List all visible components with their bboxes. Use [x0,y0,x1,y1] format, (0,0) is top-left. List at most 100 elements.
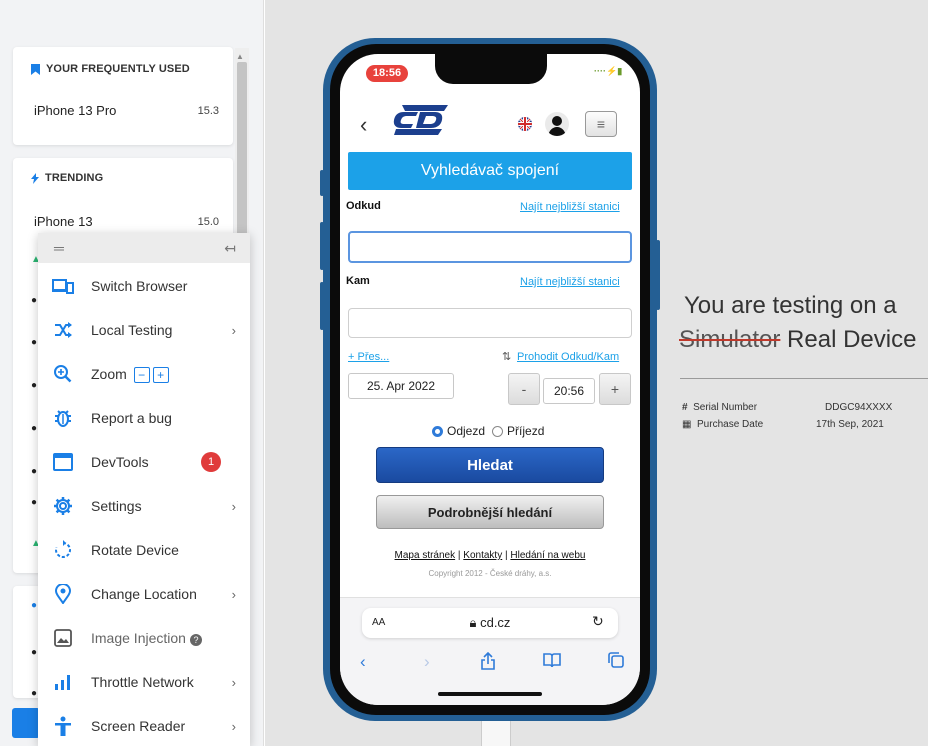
menu-throttle-network[interactable]: Throttle Network › [38,662,250,702]
to-input[interactable] [348,308,632,338]
purchase-label-text: Purchase Date [697,419,764,430]
menu-label: Screen Reader [91,718,186,734]
search-button[interactable]: Hledat [376,447,604,483]
peek-bullet: ● [31,466,38,477]
trending-title: TRENDING [45,172,104,184]
menu-screen-reader[interactable]: Screen Reader › [38,706,250,746]
cd-logo[interactable] [390,103,452,137]
drag-handle-icon[interactable]: ═ [54,240,64,256]
peek-bullet: ● [31,295,38,306]
date-input[interactable]: 25. Apr 2022 [348,373,454,399]
menu-header: ═ ↤ [38,233,250,263]
notification-badge: 1 [201,452,221,472]
purchase-date-value: 17th Sep, 2021 [816,419,884,430]
menu-label: Change Location [91,586,197,602]
menu-label: Throttle Network [91,674,194,690]
menu-label: DevTools [91,454,149,470]
time-input[interactable]: 20:56 [543,378,595,404]
peek-bullet: ● [31,380,38,391]
swap-arrows-icon: ⇅ [502,351,512,363]
menu-report-bug[interactable]: Report a bug [38,398,250,438]
chevron-right-icon: › [231,718,236,734]
swap-link[interactable]: Prohodit Odkud/Kam [517,351,619,363]
image-injection-label: Image Injection? [91,630,202,646]
simulator-struck-text: Simulator [679,326,781,353]
hamburger-menu-button[interactable]: ≡ [585,111,617,137]
info-divider [680,378,928,379]
menu-settings[interactable]: Settings › [38,486,250,526]
frequently-used-header: YOUR FREQUENTLY USED [31,63,190,75]
bookmark-icon [31,63,40,75]
battery-charging-icon: ····⚡▮ [594,66,623,76]
arrival-radio[interactable] [492,425,504,437]
chevron-right-icon: › [231,498,236,514]
chevron-right-icon: › [231,586,236,602]
peek-bullet: ● [31,600,38,611]
menu-label: Zoom [91,365,127,382]
serial-number-label: # Serial Number [682,402,757,413]
device-name: iPhone 13 [34,214,93,229]
signal-bars-icon [52,671,74,693]
departure-label: Odjezd [447,424,486,438]
hash-icon: # [682,402,688,413]
phone-screen[interactable]: 18:56 ····⚡▮ ‹ ≡ Vyhledávač spojení Odku… [340,54,640,705]
menu-switch-browser[interactable]: Switch Browser [38,266,250,306]
lock-icon: 🔒︎ [469,615,477,630]
trending-header: TRENDING [31,172,103,184]
device-type-heading: Simulator Real Device [679,326,916,354]
uk-flag-icon[interactable] [518,117,532,131]
menu-change-location[interactable]: Change Location › [38,574,250,614]
menu-rotate-device[interactable]: Rotate Device [38,530,250,570]
zoom-out-button[interactable]: − [133,366,150,383]
copyright-text: Copyright 2012 - České dráhy, a.s. [428,569,552,578]
via-link[interactable]: + Přes... [348,351,389,363]
real-device-text: Real Device [787,326,917,353]
back-chevron-icon[interactable]: ‹ [360,112,367,138]
menu-local-testing[interactable]: Local Testing › [38,310,250,350]
serial-label-text: Serial Number [693,402,758,413]
nearest-station-link-to[interactable]: Najít nejbližší stanici [520,276,620,288]
contacts-link[interactable]: Kontakty [463,550,502,561]
peek-bullet: ● [31,497,38,508]
device-version: 15.0 [197,215,219,228]
device-row-iphone-13-pro[interactable]: iPhone 13 Pro 15.3 [31,103,219,118]
reload-icon[interactable]: ↻ [592,613,604,630]
usb-cable [481,721,511,746]
phone-notch [435,54,547,84]
menu-label: Image Injection [91,630,186,646]
zoom-control: Zoom − + [91,366,169,383]
menu-devtools[interactable]: DevTools 1 [38,442,250,482]
device-version: 15.3 [197,104,219,117]
image-icon [52,627,74,649]
web-search-link[interactable]: Hledání na webu [510,550,585,561]
scroll-up-arrow[interactable]: ▲ [236,52,244,61]
tabs-icon[interactable] [608,652,624,673]
device-row-iphone-13[interactable]: iPhone 13 15.0 [31,214,219,229]
menu-label: Report a bug [91,410,172,426]
calendar-icon: ▦ [682,419,692,430]
departure-arrival-toggle: Odjezd Příjezd [432,424,544,438]
sitemap-link[interactable]: Mapa stránek [395,550,456,561]
frequently-used-card: YOUR FREQUENTLY USED iPhone 13 Pro 15.3 [13,47,233,145]
active-device-tab[interactable] [12,708,40,738]
time-increase-button[interactable]: + [599,373,631,405]
share-icon[interactable] [480,651,496,675]
zoom-in-button[interactable]: + [152,366,169,383]
departure-radio[interactable] [432,425,443,437]
forward-nav-icon[interactable]: › [424,652,430,672]
bookmarks-icon[interactable] [543,652,561,673]
peek-bullet: ● [31,337,38,348]
back-nav-icon[interactable]: ‹ [360,652,366,672]
from-input[interactable] [348,231,632,263]
bug-icon [52,407,74,429]
help-icon[interactable]: ? [189,634,202,646]
devtools-icon [52,451,74,473]
menu-image-injection[interactable]: Image Injection? [38,618,250,658]
collapse-menu-icon[interactable]: ↤ [224,240,236,257]
time-decrease-button[interactable]: - [508,373,540,405]
lightning-icon [31,172,39,184]
nearest-station-link-from[interactable]: Najít nejbližší stanici [520,201,620,213]
menu-zoom: Zoom − + [38,354,250,394]
advanced-search-button[interactable]: Podrobnější hledání [376,495,604,529]
user-avatar-icon[interactable] [545,112,569,136]
